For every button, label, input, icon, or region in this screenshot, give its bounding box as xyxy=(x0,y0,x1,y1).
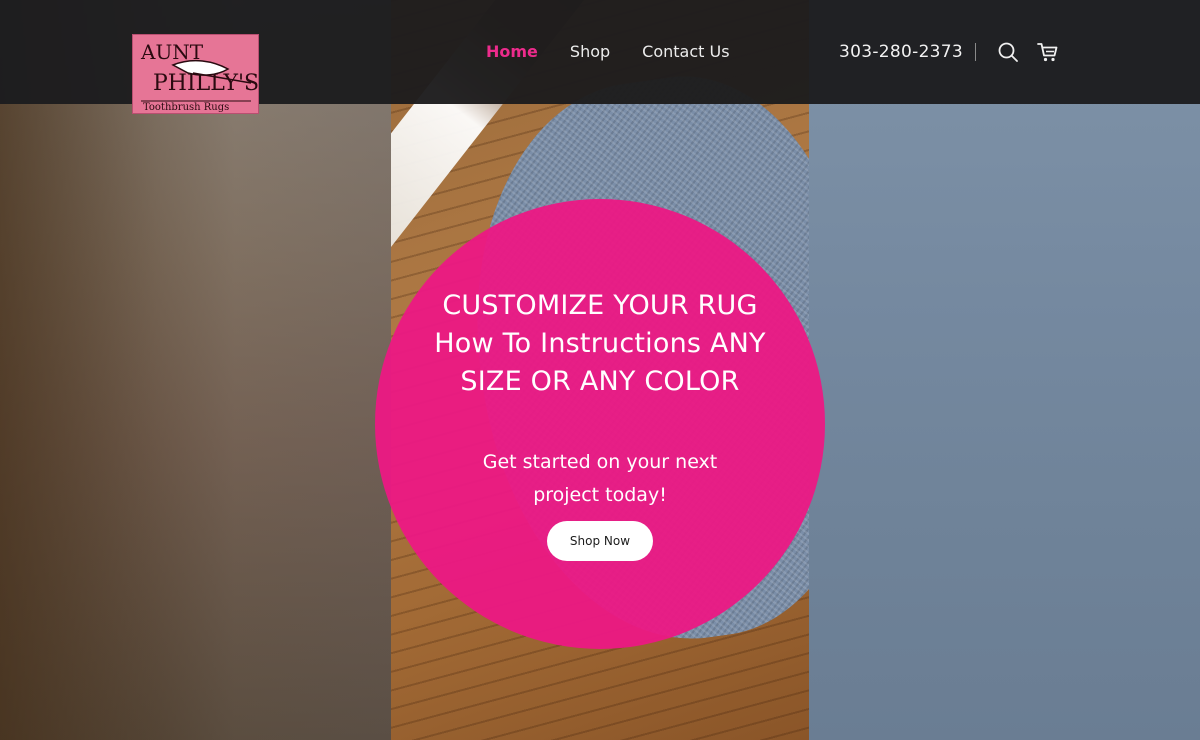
phone-number[interactable]: 303-280-2373 xyxy=(839,41,963,63)
hero-title: CUSTOMIZE YOUR RUG How To Instructions A… xyxy=(434,290,766,397)
hero-cta-circle: CUSTOMIZE YOUR RUG How To Instructions A… xyxy=(375,199,825,649)
search-icon[interactable] xyxy=(997,41,1019,63)
logo-graphic: AUNT PHILLY'S Toothbrush Rugs xyxy=(133,35,258,113)
nav-shop[interactable]: Shop xyxy=(570,44,610,60)
cart-icon[interactable] xyxy=(1037,41,1059,63)
site-logo[interactable]: AUNT PHILLY'S Toothbrush Rugs xyxy=(132,34,259,114)
nav-contact-us[interactable]: Contact Us xyxy=(642,44,729,60)
header-divider xyxy=(975,43,976,61)
hero-subtitle: Get started on your next project today! xyxy=(482,451,718,506)
hero-background-right-blur xyxy=(809,0,1200,740)
logo-line3: Toothbrush Rugs xyxy=(143,102,229,113)
shop-now-button[interactable]: Shop Now xyxy=(547,521,653,561)
site-header: AUNT PHILLY'S Toothbrush Rugs Home Shop … xyxy=(0,0,1200,114)
main-nav: Home Shop Contact Us xyxy=(486,0,730,104)
nav-home[interactable]: Home xyxy=(486,44,538,60)
page: AUNT PHILLY'S Toothbrush Rugs Home Shop … xyxy=(0,0,1200,740)
